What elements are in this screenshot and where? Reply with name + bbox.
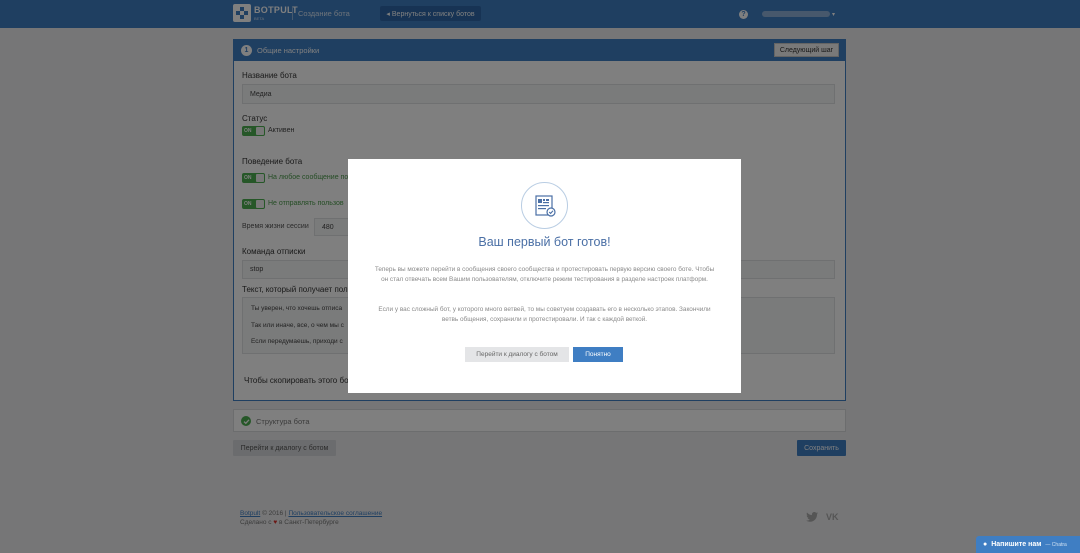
bot-document-icon xyxy=(521,182,568,229)
modal-paragraph-1: Теперь вы можете перейти в сообщения сво… xyxy=(374,266,715,284)
bot-ready-modal: Ваш первый бот готов! Теперь вы можете п… xyxy=(348,159,741,393)
modal-ok-button[interactable]: Понятно xyxy=(573,347,623,362)
chat-label: Напишите нам xyxy=(991,541,1042,548)
chat-provider: — Chatra xyxy=(1045,541,1067,548)
modal-title: Ваш первый бот готов! xyxy=(478,235,611,249)
modal-paragraph-2: Если у вас сложный бот, у которого много… xyxy=(378,306,711,324)
modal-go-to-dialog-button[interactable]: Перейти к диалогу с ботом xyxy=(465,347,569,362)
chat-widget-button[interactable]: ● Напишите нам — Chatra xyxy=(976,536,1080,553)
chat-bubble-icon: ● xyxy=(983,541,988,548)
